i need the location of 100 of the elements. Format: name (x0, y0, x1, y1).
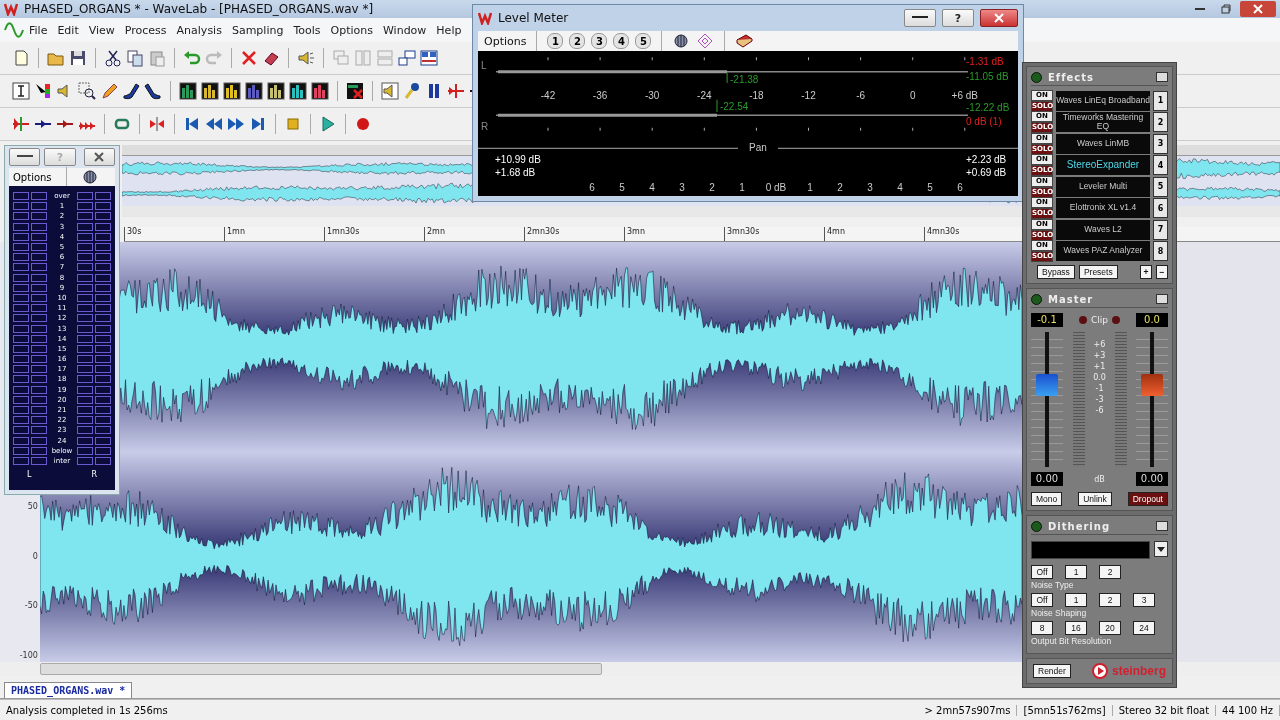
window-arrange-icon[interactable] (398, 49, 416, 67)
option-button[interactable]: 8 (1031, 621, 1053, 635)
marker-icon[interactable] (148, 115, 166, 133)
help-button[interactable]: ? (942, 9, 974, 27)
slot-number-button[interactable]: 2 (1153, 112, 1168, 132)
effect-slot[interactable]: Waves LinMB (1056, 133, 1150, 154)
meter-icon[interactable] (289, 82, 307, 100)
stop-icon[interactable] (284, 115, 302, 133)
settings-icon[interactable] (80, 168, 99, 186)
meter-close-icon[interactable] (346, 82, 364, 100)
book-icon[interactable] (735, 32, 754, 50)
collapse-button[interactable] (1156, 72, 1168, 82)
preset-button[interactable]: 1 (547, 33, 564, 49)
slot-number-button[interactable]: 7 (1153, 219, 1168, 240)
remove-button[interactable]: − (1156, 265, 1168, 279)
slot-number-button[interactable]: 5 (1153, 176, 1168, 197)
document-tab[interactable]: PHASED_ORGANS.wav * (4, 682, 133, 698)
meter-icon[interactable] (245, 82, 263, 100)
marker-icon[interactable] (447, 82, 465, 100)
go-to-start-icon[interactable] (183, 115, 201, 133)
option-button[interactable]: 16 (1065, 621, 1087, 635)
option-button[interactable]: Off (1031, 593, 1053, 607)
zoom-icon[interactable] (78, 82, 96, 100)
target-icon[interactable] (696, 32, 715, 50)
option-button[interactable]: 20 (1099, 621, 1121, 635)
effect-slot[interactable]: Timeworks Mastering EQ (1056, 112, 1150, 132)
minimize-button[interactable] (9, 148, 41, 166)
meter-icon[interactable] (201, 82, 219, 100)
tile-vertical-icon[interactable] (354, 49, 372, 67)
menu-item[interactable]: Analysis (171, 23, 227, 37)
menu-item[interactable]: Edit (52, 23, 84, 37)
menu-item[interactable]: Options (325, 23, 378, 37)
go-to-end-icon[interactable] (249, 115, 267, 133)
effect-slot[interactable]: Elottronix XL v1.4 (1056, 198, 1150, 218)
option-button[interactable]: 1 (1065, 565, 1087, 579)
menu-item[interactable]: Sampling (226, 23, 289, 37)
presets-button[interactable]: Presets (1078, 265, 1118, 279)
add-button[interactable]: + (1140, 265, 1152, 279)
dropdown-arrow-button[interactable] (1154, 541, 1168, 557)
speaker-icon[interactable] (381, 82, 399, 100)
marker-icon[interactable] (12, 115, 30, 133)
delete-icon[interactable] (240, 49, 258, 67)
meter-icon[interactable] (311, 82, 329, 100)
text-cursor-icon[interactable] (12, 82, 30, 100)
render-button[interactable]: Render (1033, 664, 1071, 678)
meter-icon[interactable] (267, 82, 285, 100)
speaker-icon[interactable] (297, 49, 315, 67)
effect-slot[interactable]: StereoExpander (1056, 155, 1150, 175)
option-button[interactable]: 3 (1133, 593, 1155, 607)
color-cursor-icon[interactable] (34, 82, 52, 100)
fader-thumb[interactable] (1141, 373, 1163, 396)
close-button[interactable] (1240, 1, 1276, 17)
close-button[interactable] (980, 9, 1018, 27)
microphone-icon[interactable] (403, 82, 421, 100)
menu-item[interactable]: Help (431, 23, 467, 37)
new-document-icon[interactable] (12, 49, 30, 67)
preset-button[interactable]: 2 (569, 33, 586, 49)
save-icon[interactable] (69, 49, 87, 67)
cut-icon[interactable] (104, 49, 122, 67)
effect-slot[interactable]: Waves L2 (1056, 219, 1150, 240)
preset-button[interactable]: 3 (591, 33, 608, 49)
menu-item[interactable]: View (83, 23, 120, 37)
minimize-button[interactable] (904, 9, 936, 27)
scrollbar-thumb[interactable] (40, 663, 602, 675)
close-button[interactable] (83, 148, 115, 166)
pencil-icon[interactable] (100, 82, 118, 100)
tile-horizontal-icon[interactable] (376, 49, 394, 67)
menu-item[interactable]: Process (119, 23, 172, 37)
preset-button[interactable]: 4 (613, 33, 630, 49)
effect-slot[interactable]: Waves LinEq Broadband (1056, 90, 1150, 111)
bypass-button[interactable]: Bypass (1037, 265, 1075, 279)
meter-icon[interactable] (179, 82, 197, 100)
rewind-icon[interactable] (205, 115, 223, 133)
curve-tool-icon[interactable] (122, 82, 140, 100)
slot-number-button[interactable]: 3 (1153, 133, 1168, 154)
slot-number-button[interactable]: 8 (1153, 241, 1168, 261)
slot-number-button[interactable]: 6 (1153, 198, 1168, 218)
menu-item[interactable]: File (24, 23, 53, 37)
collapse-button[interactable] (1156, 521, 1168, 531)
copy-icon[interactable] (126, 49, 144, 67)
fader-thumb[interactable] (1036, 373, 1058, 396)
curve-tool-icon[interactable] (144, 82, 162, 100)
record-icon[interactable] (354, 115, 372, 133)
settings-icon[interactable] (672, 32, 691, 50)
option-button[interactable]: 1 (1065, 593, 1087, 607)
options-menu[interactable]: Options (484, 34, 527, 48)
dropout-button[interactable]: Dropout (1127, 492, 1168, 506)
mono-button[interactable]: Mono (1031, 492, 1063, 506)
fast-forward-icon[interactable] (227, 115, 245, 133)
option-button[interactable]: 2 (1099, 565, 1121, 579)
window-layout-icon[interactable] (420, 49, 438, 67)
undo-icon[interactable] (183, 49, 201, 67)
collapse-button[interactable] (1156, 294, 1168, 304)
preset-button[interactable]: 5 (635, 33, 652, 49)
slot-number-button[interactable]: 4 (1153, 155, 1168, 175)
effect-slot[interactable]: Leveler Multi (1056, 176, 1150, 197)
effect-slot[interactable]: Waves PAZ Analyzer (1056, 241, 1150, 261)
option-button[interactable]: Off (1031, 565, 1053, 579)
menu-item[interactable]: Tools (288, 23, 326, 37)
spectrum-icon[interactable] (223, 82, 241, 100)
